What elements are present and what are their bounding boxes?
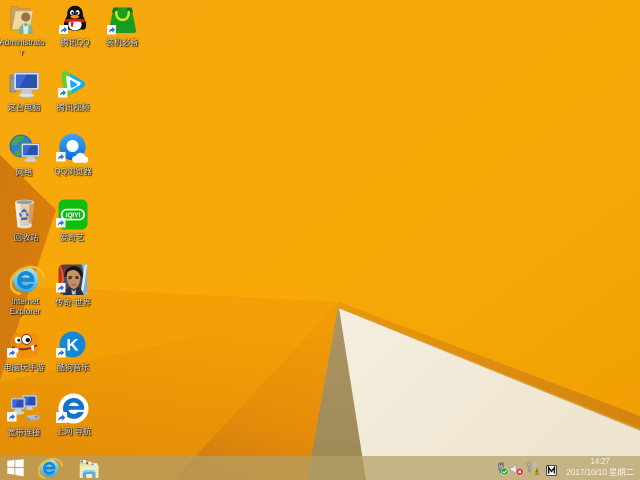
svg-text:K: K xyxy=(66,336,79,355)
svg-text:iQIYI: iQIYI xyxy=(66,212,81,219)
